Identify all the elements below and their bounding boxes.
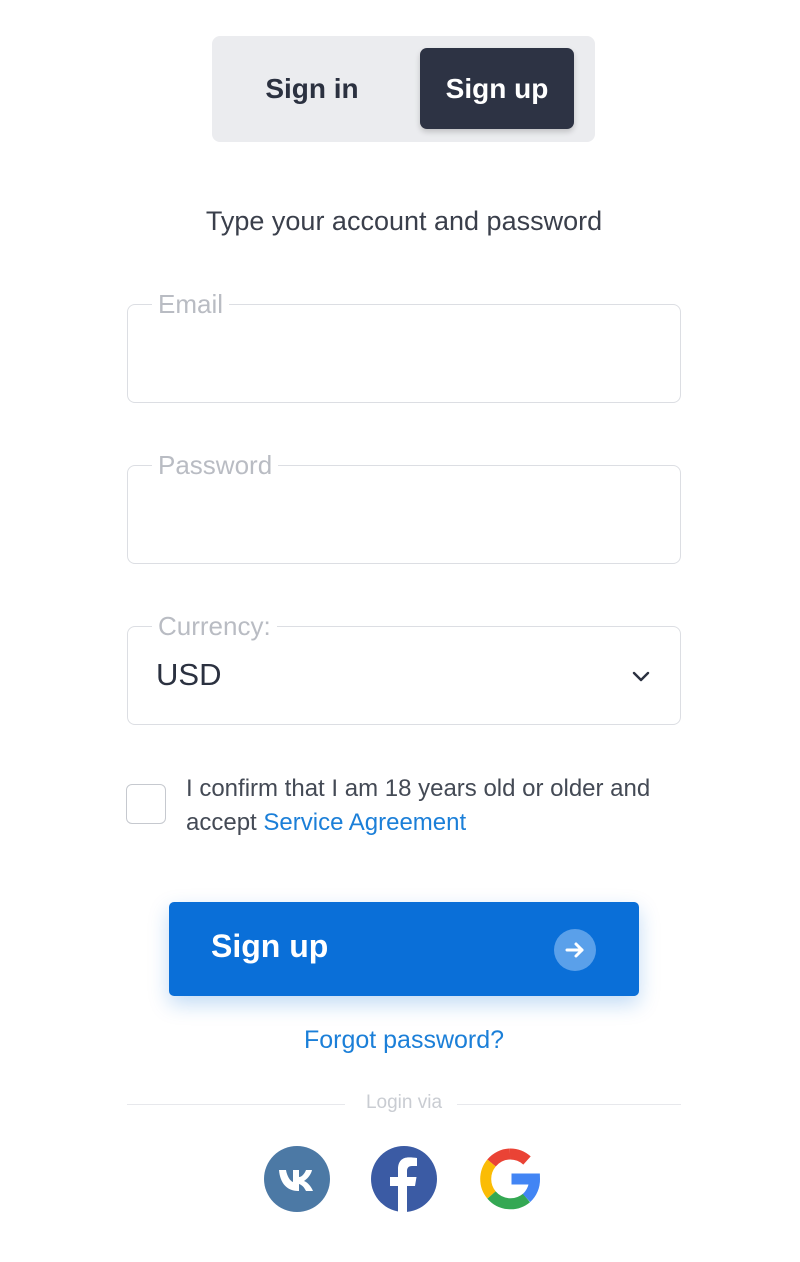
vk-icon [279,1170,313,1191]
facebook-icon [390,1157,417,1212]
age-confirm-text: I confirm that I am 18 years old or olde… [186,772,666,840]
password-field[interactable]: Password [127,448,681,564]
email-input[interactable] [148,335,660,377]
login-via-label: Login via [365,1092,443,1113]
tab-sign-in[interactable]: Sign in [220,48,404,129]
google-login-button[interactable] [477,1146,543,1212]
email-field[interactable]: Email [127,287,681,403]
forgot-password-link[interactable]: Forgot password? [0,1026,800,1055]
sign-up-button[interactable]: Sign up [169,902,639,996]
arrow-right-icon [554,929,596,971]
form-subtitle: Type your account and password [205,206,603,236]
divider-line-right [457,1104,681,1105]
password-input[interactable] [148,496,660,538]
currency-select[interactable]: Currency: USD [127,609,681,725]
chevron-down-icon [632,671,650,682]
service-agreement-link[interactable]: Service Agreement [263,809,466,836]
age-confirm-checkbox[interactable] [126,784,166,824]
sign-up-button-label: Sign up [211,928,329,964]
auth-tab-switcher: Sign in Sign up [212,36,595,142]
currency-value: USD [156,657,222,692]
facebook-login-button[interactable] [371,1146,437,1212]
email-label: Email [152,287,230,321]
vk-login-button[interactable] [264,1146,330,1212]
currency-label: Currency: [152,609,277,643]
tab-sign-up[interactable]: Sign up [420,48,574,129]
google-icon [480,1148,540,1210]
password-label: Password [152,448,279,482]
